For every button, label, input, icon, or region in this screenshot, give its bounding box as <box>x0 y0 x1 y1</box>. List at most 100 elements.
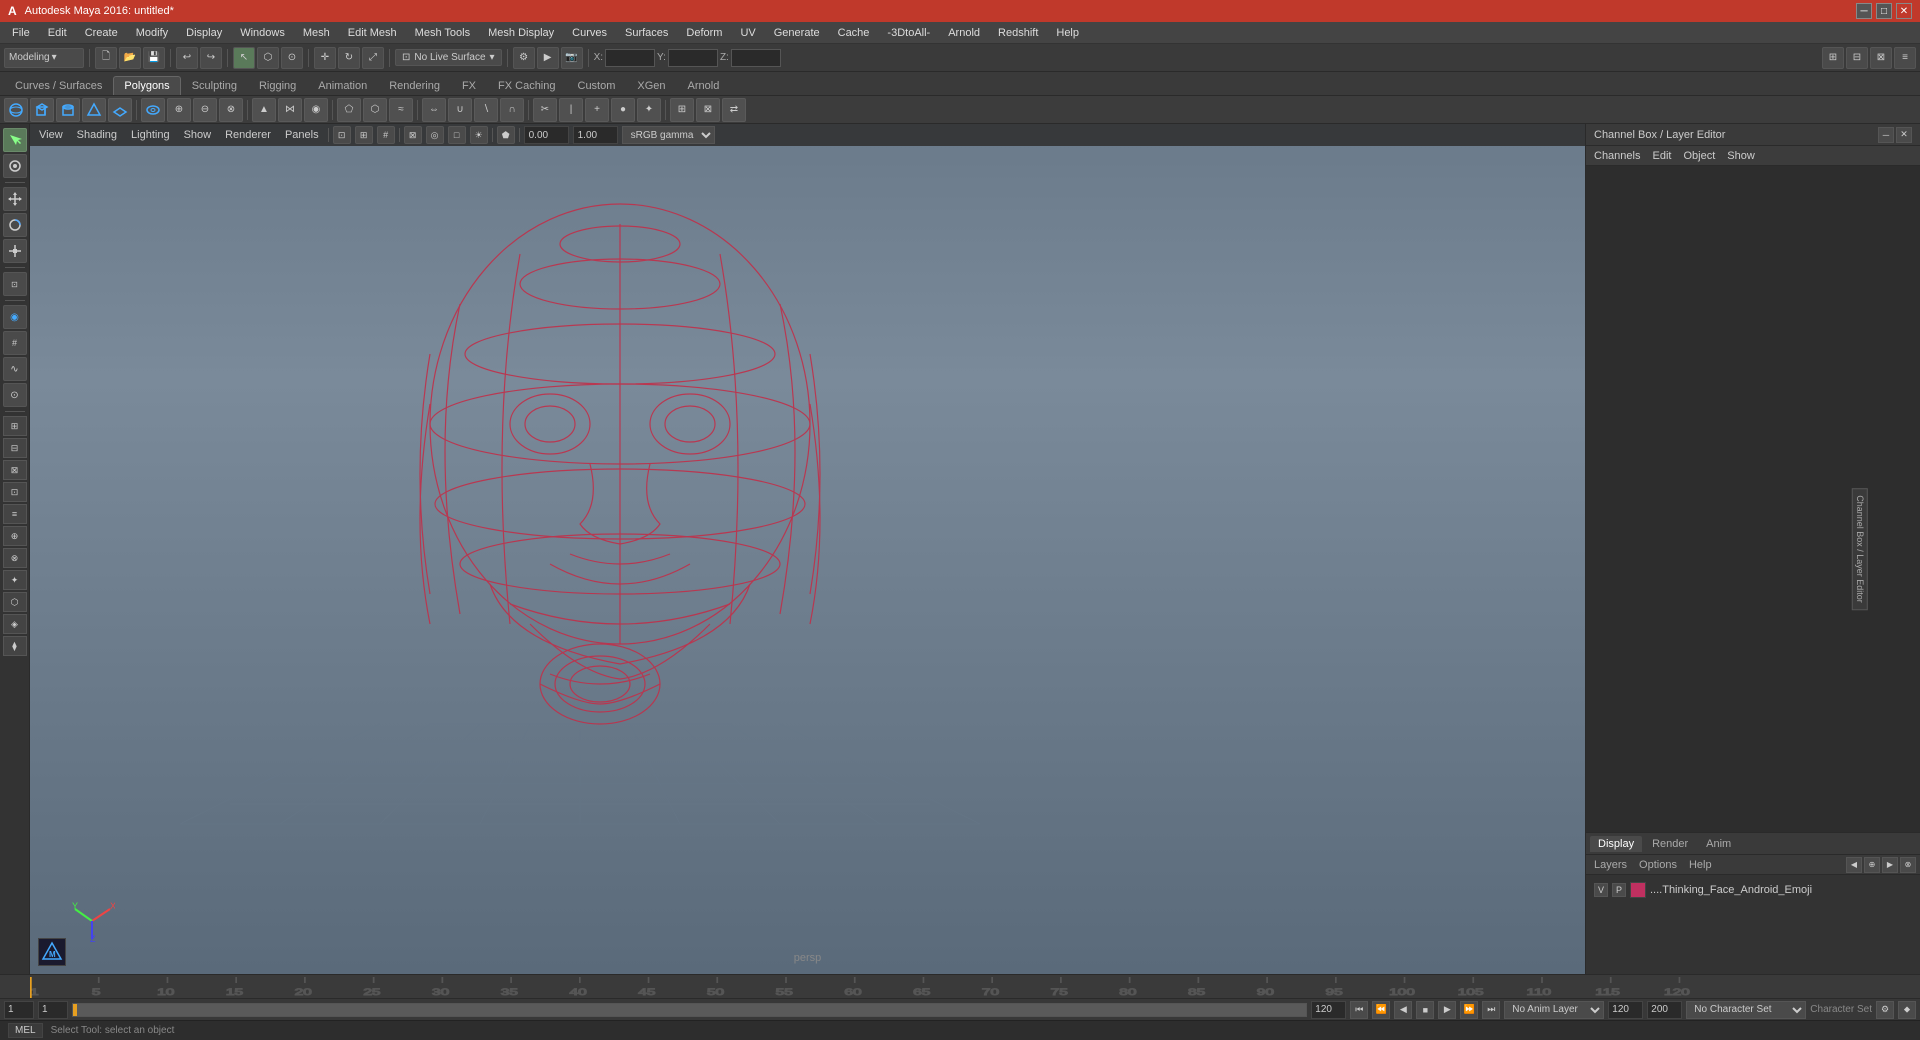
shelf-subdivide[interactable]: ⬡ <box>363 98 387 122</box>
shelf-cone[interactable] <box>82 98 106 122</box>
scale-tool[interactable] <box>3 239 27 263</box>
layer-visibility-v[interactable]: V <box>1594 883 1608 897</box>
mini-tool-4[interactable]: ⊡ <box>3 482 27 502</box>
vp-wireframe-btn[interactable]: ⊠ <box>404 126 422 144</box>
menu-file[interactable]: File <box>4 25 38 41</box>
mini-tool-8[interactable]: ✦ <box>3 570 27 590</box>
vp-menu-view[interactable]: View <box>34 127 68 143</box>
tab-animation[interactable]: Animation <box>307 76 378 95</box>
tab-rendering[interactable]: Rendering <box>378 76 451 95</box>
render-settings-button[interactable]: ⚙ <box>513 47 535 69</box>
step-back-btn[interactable]: ⏪ <box>1372 1001 1390 1019</box>
menu-uv[interactable]: UV <box>732 25 763 41</box>
new-file-button[interactable]: 🗋 <box>95 47 117 69</box>
vp-value-1[interactable] <box>524 126 569 144</box>
play-fwd-btn[interactable]: ▶ <box>1438 1001 1456 1019</box>
mini-tool-2[interactable]: ⊟ <box>3 438 27 458</box>
tab-polygons[interactable]: Polygons <box>113 76 180 95</box>
workspace-dropdown[interactable]: Modeling ▾ <box>4 48 84 68</box>
snap-to-surface[interactable]: ⊙ <box>3 383 27 407</box>
snap-to-grid[interactable]: # <box>3 331 27 355</box>
menu-deform[interactable]: Deform <box>678 25 730 41</box>
vp-select-highlight[interactable]: ⬟ <box>497 126 515 144</box>
render-button[interactable]: ▶ <box>537 47 559 69</box>
paint-select-button[interactable]: ⊙ <box>281 47 303 69</box>
display-tab-anim[interactable]: Anim <box>1698 836 1739 852</box>
vp-fit-icon[interactable]: ⊞ <box>355 126 373 144</box>
snapshot-button[interactable]: 📷 <box>561 47 583 69</box>
shelf-fill-hole[interactable]: ◉ <box>304 98 328 122</box>
vp-menu-renderer[interactable]: Renderer <box>220 127 276 143</box>
tab-curves-surfaces[interactable]: Curves / Surfaces <box>4 76 113 95</box>
shelf-separate[interactable]: ⊖ <box>193 98 217 122</box>
playback-options-btn[interactable]: ⚙ <box>1876 1001 1894 1019</box>
shelf-torus[interactable] <box>141 98 165 122</box>
layer-add-btn[interactable]: ⊕ <box>1864 857 1880 873</box>
layer-header-options[interactable]: Options <box>1635 857 1681 873</box>
menu-edit[interactable]: Edit <box>40 25 75 41</box>
layer-row-emoji[interactable]: V P ....Thinking_Face_Android_Emoji <box>1590 879 1916 901</box>
mini-tool-6[interactable]: ⊕ <box>3 526 27 546</box>
vp-smooth-btn[interactable]: ◎ <box>426 126 444 144</box>
vp-grid-icon[interactable]: # <box>377 126 395 144</box>
x-input[interactable] <box>605 49 655 67</box>
menu-display[interactable]: Display <box>178 25 230 41</box>
right-icon-4[interactable]: ≡ <box>1894 47 1916 69</box>
move-tool[interactable] <box>3 187 27 211</box>
go-start-btn[interactable]: ⏮ <box>1350 1001 1368 1019</box>
shelf-multi-cut[interactable]: ✦ <box>637 98 661 122</box>
menu-cache[interactable]: Cache <box>830 25 878 41</box>
layer-playback-p[interactable]: P <box>1612 883 1626 897</box>
cb-menu-object[interactable]: Object <box>1679 148 1719 164</box>
viewport[interactable]: View Shading Lighting Show Renderer Pane… <box>30 124 1585 974</box>
go-end-btn[interactable]: ⏭ <box>1482 1001 1500 1019</box>
cb-menu-show[interactable]: Show <box>1723 148 1759 164</box>
shelf-extract[interactable]: ⊗ <box>219 98 243 122</box>
menu-create[interactable]: Create <box>77 25 126 41</box>
shelf-combine[interactable]: ⊕ <box>167 98 191 122</box>
shelf-plane[interactable] <box>108 98 132 122</box>
anim-layer-select[interactable]: No Anim Layer <box>1504 1001 1604 1019</box>
rotate-tool[interactable] <box>3 213 27 237</box>
vp-menu-show[interactable]: Show <box>179 127 217 143</box>
shelf-sphere[interactable] <box>4 98 28 122</box>
layer-next-btn[interactable]: ▶ <box>1882 857 1898 873</box>
mini-tool-3[interactable]: ⊠ <box>3 460 27 480</box>
anim-range-max2[interactable] <box>1647 1001 1682 1019</box>
shelf-smooth[interactable]: ≈ <box>389 98 413 122</box>
rotate-tool-button[interactable]: ↻ <box>338 47 360 69</box>
lasso-tool-button[interactable]: ⬡ <box>257 47 279 69</box>
range-handle[interactable] <box>73 1004 77 1016</box>
select-tool-button[interactable]: ↖ <box>233 47 255 69</box>
shelf-insert-edge[interactable]: | <box>559 98 583 122</box>
shelf-cube[interactable] <box>30 98 54 122</box>
select-tool[interactable] <box>3 128 27 152</box>
menu-curves[interactable]: Curves <box>564 25 615 41</box>
menu-mesh-tools[interactable]: Mesh Tools <box>407 25 478 41</box>
menu-mesh[interactable]: Mesh <box>295 25 338 41</box>
right-icon-1[interactable]: ⊞ <box>1822 47 1844 69</box>
redo-button[interactable]: ↪ <box>200 47 222 69</box>
shelf-boolean-union[interactable]: ∪ <box>448 98 472 122</box>
vp-camera-icon[interactable]: ⊡ <box>333 126 351 144</box>
layer-prev-btn[interactable]: ◀ <box>1846 857 1862 873</box>
menu-redshift[interactable]: Redshift <box>990 25 1046 41</box>
menu-surfaces[interactable]: Surfaces <box>617 25 676 41</box>
shelf-boolean-diff[interactable]: ∖ <box>474 98 498 122</box>
layer-header-help[interactable]: Help <box>1685 857 1716 873</box>
move-tool-button[interactable]: ✛ <box>314 47 336 69</box>
close-button[interactable]: ✕ <box>1896 3 1912 19</box>
tab-sculpting[interactable]: Sculpting <box>181 76 248 95</box>
stop-btn[interactable]: ■ <box>1416 1001 1434 1019</box>
menu-mesh-display[interactable]: Mesh Display <box>480 25 562 41</box>
snap-to-curve[interactable]: ∿ <box>3 357 27 381</box>
vp-light-btn[interactable]: ☀ <box>470 126 488 144</box>
vp-menu-panels[interactable]: Panels <box>280 127 324 143</box>
tab-arnold[interactable]: Arnold <box>677 76 731 95</box>
maximize-button[interactable]: □ <box>1876 3 1892 19</box>
menu-windows[interactable]: Windows <box>232 25 293 41</box>
menu-3dto-all[interactable]: -3DtoAll- <box>879 25 938 41</box>
vp-menu-shading[interactable]: Shading <box>72 127 122 143</box>
vp-menu-lighting[interactable]: Lighting <box>126 127 175 143</box>
z-input[interactable] <box>731 49 781 67</box>
